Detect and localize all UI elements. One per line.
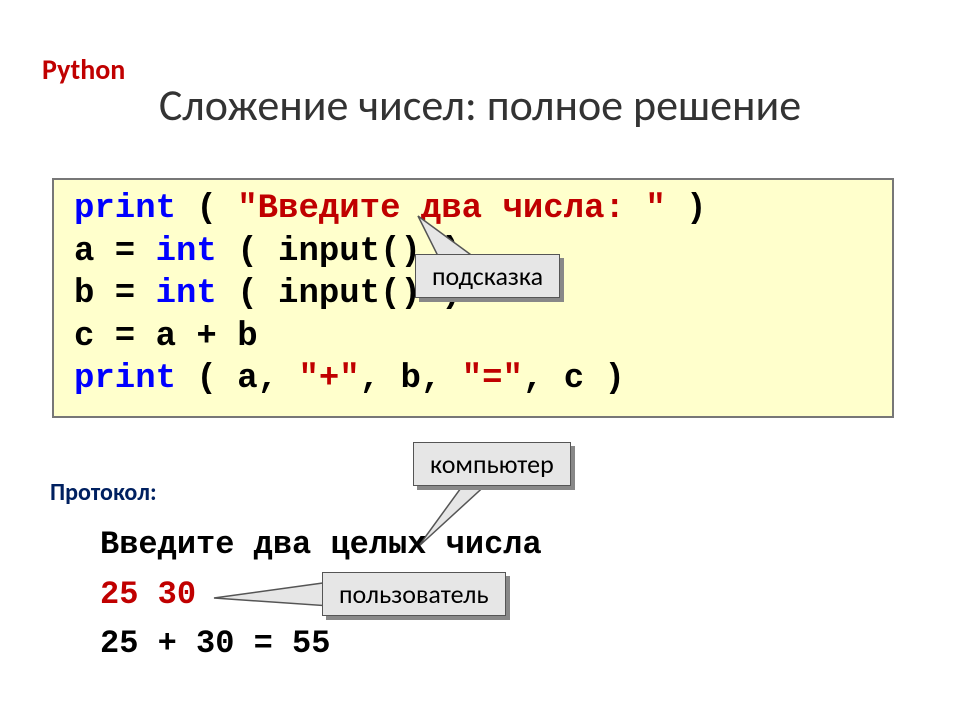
code-text: c = a + b: [74, 318, 258, 356]
protocol-user-input: 25 30: [100, 576, 196, 613]
code-string: "=": [462, 360, 523, 398]
code-text: a =: [74, 233, 156, 271]
code-kw-int: int: [156, 275, 217, 313]
protocol-line: 25 + 30 = 55: [100, 625, 330, 662]
callout-computer: компьютер: [413, 442, 571, 486]
code-text: ): [666, 190, 707, 228]
callout-hint: подсказка: [415, 254, 560, 298]
protocol-line: Введите два целых числа: [100, 526, 542, 563]
code-text: (: [176, 190, 237, 228]
code-text: , c ): [523, 360, 625, 398]
code-string: "+": [298, 360, 359, 398]
code-kw-print: print: [74, 190, 176, 228]
code-text: ( a,: [176, 360, 298, 398]
protocol-output: Введите два целых числа 25 30 25 + 30 = …: [100, 520, 542, 669]
code-text: , b,: [360, 360, 462, 398]
slide: Python Сложение чисел: полное решение pr…: [0, 0, 960, 720]
code-text: b =: [74, 275, 156, 313]
protocol-label: Протокол:: [50, 478, 157, 507]
code-kw-int: int: [156, 233, 217, 271]
slide-title: Сложение чисел: полное решение: [0, 78, 960, 132]
code-kw-print: print: [74, 360, 176, 398]
